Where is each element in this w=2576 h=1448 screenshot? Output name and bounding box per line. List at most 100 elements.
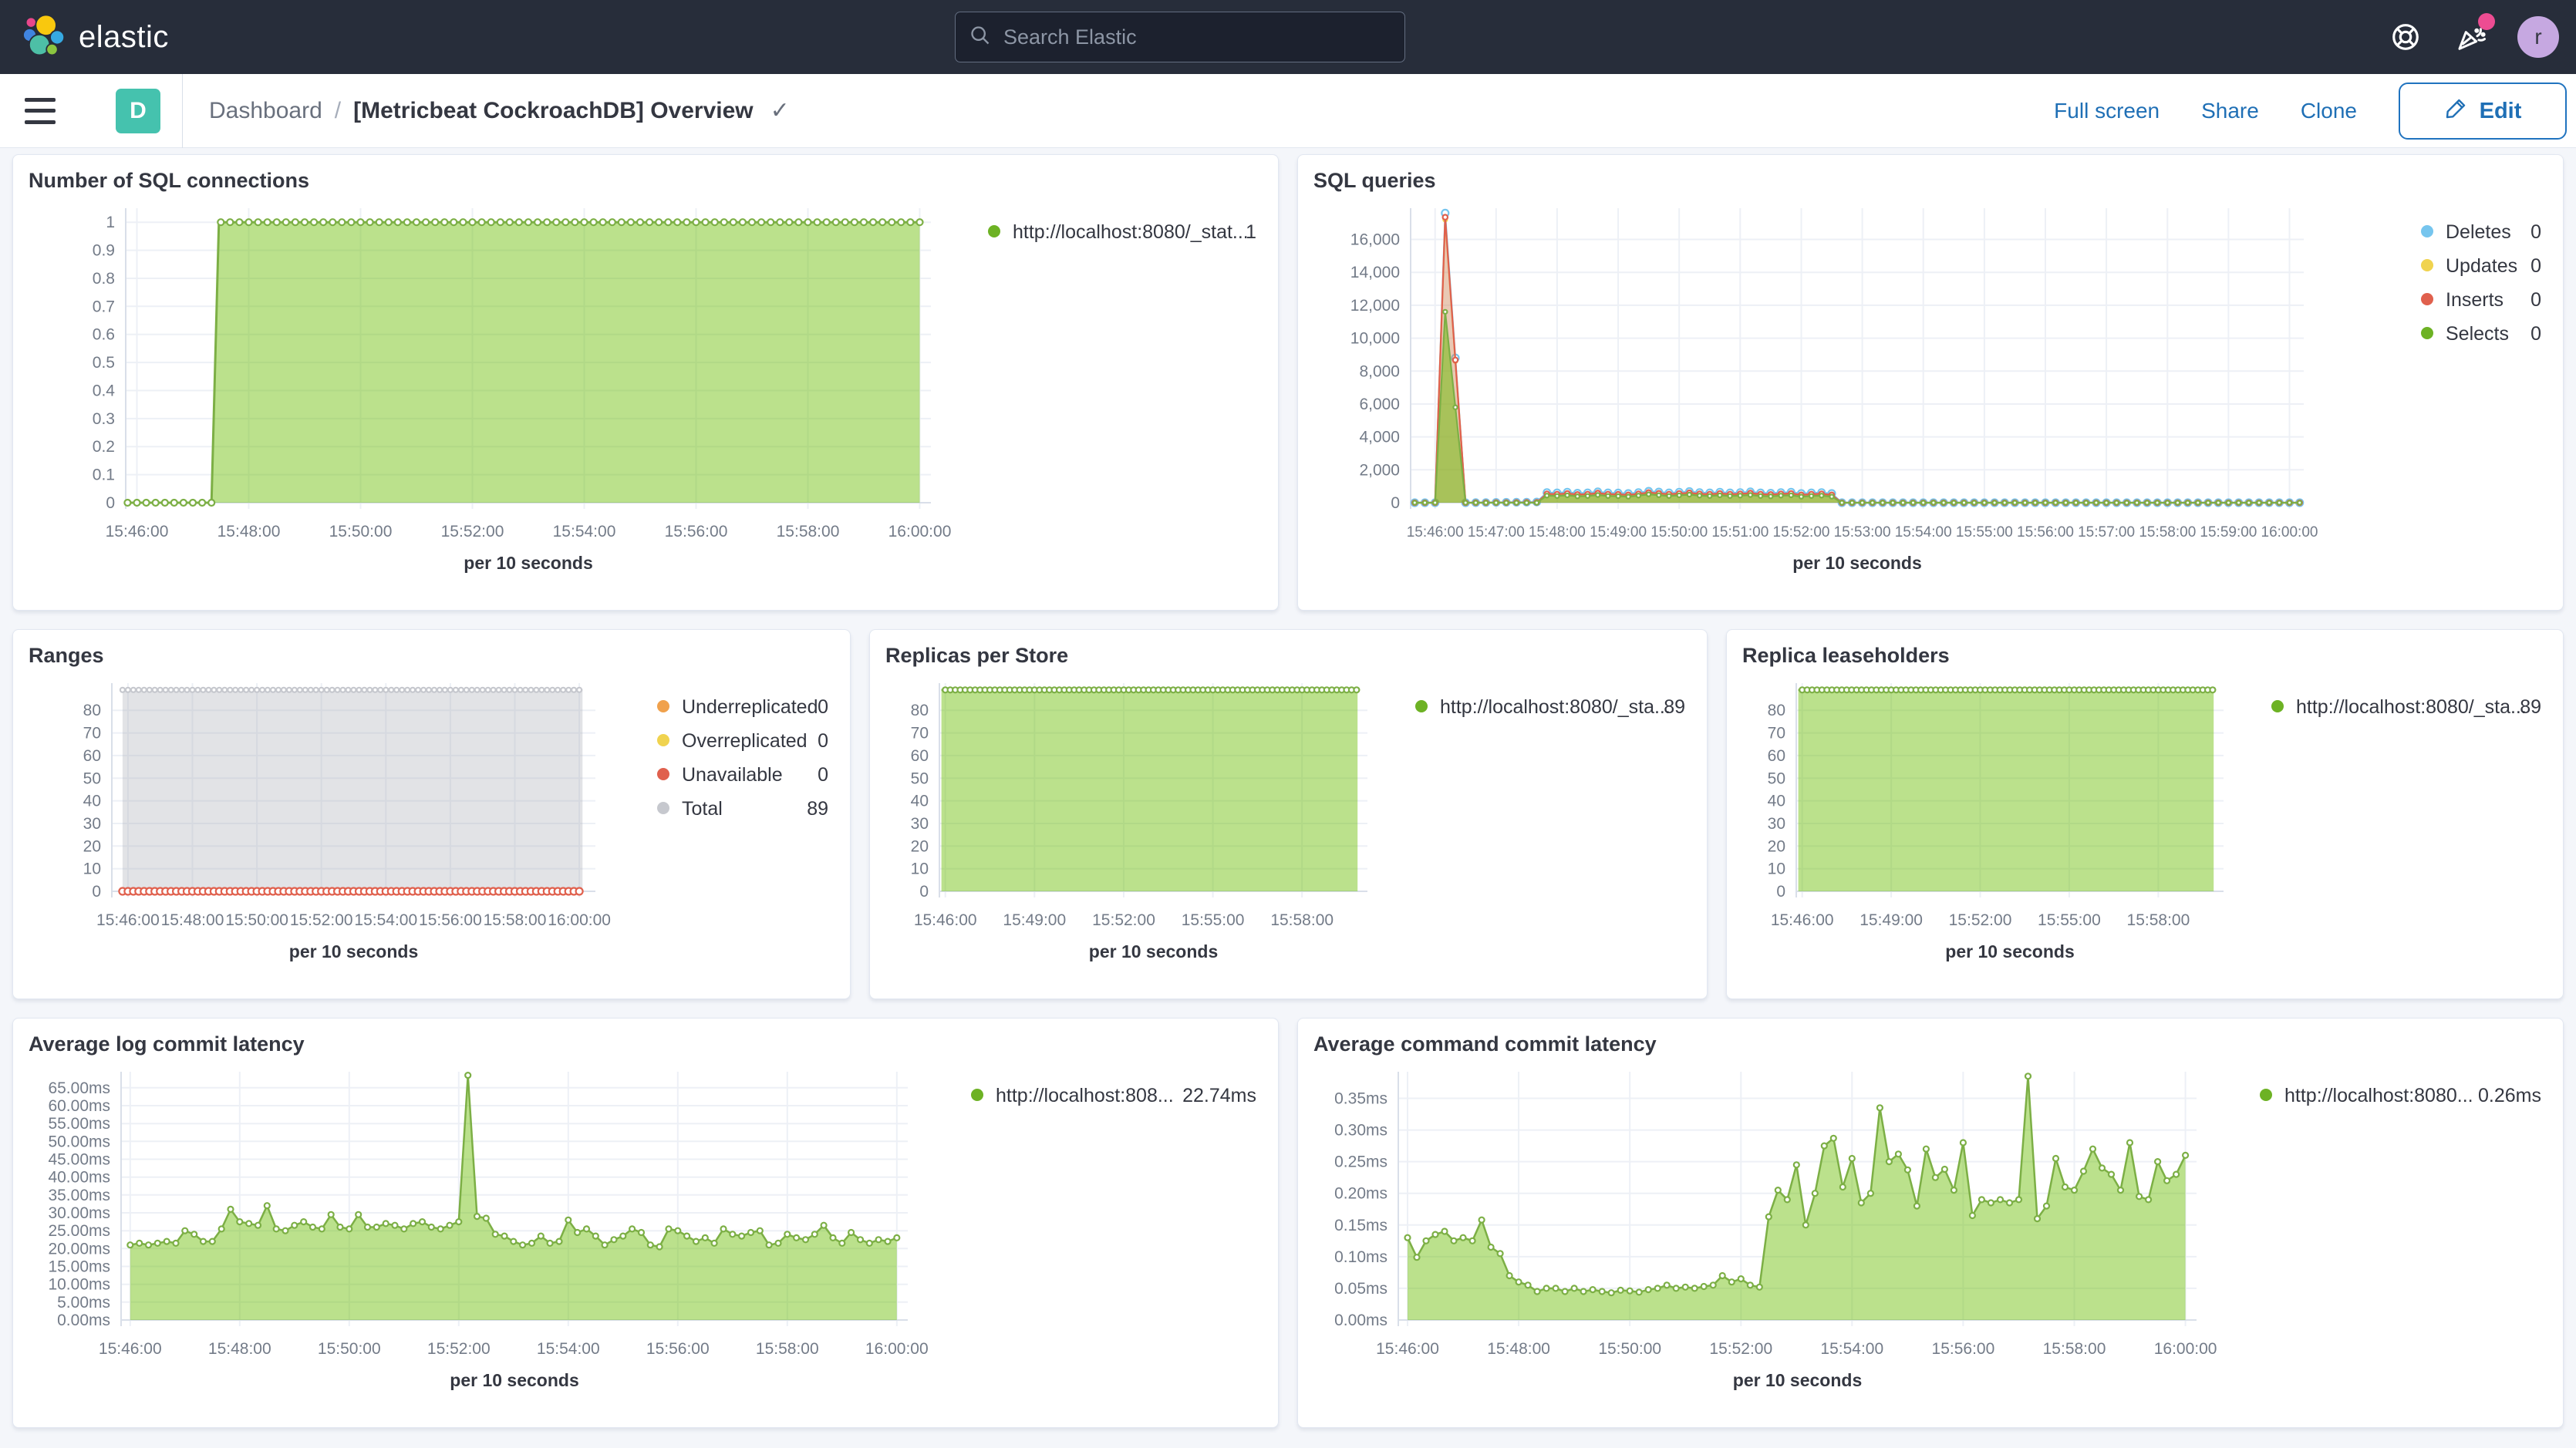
legend-dot [2421, 225, 2433, 237]
share-button[interactable]: Share [2201, 99, 2259, 123]
y-tick-label: 55.00ms [48, 1115, 110, 1133]
y-tick-label: 40 [83, 793, 101, 810]
x-tick-label: 15:58:00 [1270, 911, 1334, 929]
y-tick-label: 0.05ms [1334, 1280, 1387, 1298]
legend-item[interactable]: Underreplicated0 [657, 696, 828, 718]
x-tick-label: 15:48:00 [161, 911, 224, 929]
chart-svg: 0.00ms5.00ms10.00ms15.00ms20.00ms25.00ms… [29, 1061, 1263, 1408]
legend-item[interactable]: http://localhost:8080/_stat...1 [988, 221, 1256, 243]
series-area [942, 690, 1358, 891]
y-tick-label: 15.00ms [48, 1258, 110, 1276]
chart-replicas-per-store[interactable]: 0102030405060708015:46:0015:49:0015:52:0… [885, 672, 1691, 979]
legend-item[interactable]: Overreplicated0 [657, 730, 828, 752]
legend-item[interactable]: Unavailable0 [657, 764, 828, 786]
y-tick-label: 0.7 [93, 298, 115, 315]
x-tick-label: 15:56:00 [419, 911, 482, 929]
legend-item[interactable]: Deletes0 [2421, 221, 2541, 243]
pencil-icon [2444, 96, 2469, 126]
x-tick-label: 15:48:00 [1487, 1340, 1550, 1358]
y-tick-label: 2,000 [1359, 461, 1400, 479]
help-icon[interactable] [2388, 19, 2423, 55]
series-markers [1413, 310, 2302, 505]
chart-svg: 00.10.20.30.40.50.60.70.80.9115:46:0015:… [29, 197, 1263, 591]
chart-average-log-commit-latency[interactable]: 0.00ms5.00ms10.00ms15.00ms20.00ms25.00ms… [29, 1061, 1263, 1408]
menu-icon[interactable] [25, 98, 56, 124]
news-feed-icon[interactable] [2453, 19, 2488, 55]
y-tick-label: 0.20ms [1334, 1185, 1387, 1203]
legend-dot [971, 1089, 983, 1101]
y-tick-label: 70 [83, 725, 101, 743]
legend-dot [2421, 327, 2433, 339]
page-title[interactable]: [Metricbeat CockroachDB] Overview [353, 98, 754, 124]
y-tick-label: 0.00ms [57, 1312, 110, 1329]
x-tick-label: 15:46:00 [1376, 1340, 1439, 1358]
chart-number-of-sql-connections[interactable]: 00.10.20.30.40.50.60.70.80.9115:46:0015:… [29, 197, 1263, 591]
panel-title: Average command commit latency [1313, 1032, 2547, 1056]
x-tick-label: 15:53:00 [1834, 524, 1891, 540]
series-markers [1799, 687, 2215, 692]
full-screen-button[interactable]: Full screen [2054, 99, 2160, 123]
breadcrumb-dashboard-link[interactable]: Dashboard [209, 98, 322, 124]
y-tick-label: 80 [83, 702, 101, 719]
legend-item[interactable]: Selects0 [2421, 323, 2541, 345]
y-tick-label: 40.00ms [48, 1169, 110, 1187]
y-tick-label: 0.1 [93, 466, 115, 484]
chart-ranges[interactable]: 0102030405060708015:46:0015:48:0015:50:0… [29, 672, 835, 979]
legend-item[interactable]: http://localhost:8080...0.26ms [2260, 1085, 2541, 1106]
legend-item[interactable]: http://localhost:8080/_sta...89 [1415, 696, 1685, 718]
y-tick-label: 14,000 [1350, 264, 1400, 281]
user-avatar[interactable]: r [2517, 16, 2559, 58]
x-tick-label: 15:48:00 [208, 1340, 271, 1358]
legend-item[interactable]: http://localhost:8080/_sta...89 [2271, 696, 2541, 718]
legend-value: 89 [807, 798, 828, 820]
y-tick-label: 10,000 [1350, 330, 1400, 348]
y-tick-label: 4,000 [1359, 429, 1400, 446]
divider [182, 74, 183, 148]
panel-title: Average log commit latency [29, 1032, 1263, 1056]
chart-replica-leaseholders[interactable]: 0102030405060708015:46:0015:49:0015:52:0… [1742, 672, 2547, 979]
y-tick-label: 20 [911, 837, 929, 855]
chart-sql-queries[interactable]: 02,0004,0006,0008,00010,00012,00014,0001… [1313, 197, 2547, 591]
x-tick-label: 15:56:00 [1932, 1340, 1995, 1358]
search-input[interactable] [1002, 25, 1391, 50]
clone-button[interactable]: Clone [2301, 99, 2357, 123]
y-tick-label: 60 [83, 747, 101, 765]
y-tick-label: 50 [911, 769, 929, 787]
global-search[interactable] [955, 12, 1405, 62]
legend-item[interactable]: Inserts0 [2421, 289, 2541, 311]
x-tick-label: 15:50:00 [318, 1340, 381, 1358]
x-tick-label: 15:49:00 [1003, 911, 1066, 929]
x-tick-label: 15:52:00 [427, 1340, 491, 1358]
y-tick-label: 0 [1391, 494, 1400, 512]
y-tick-label: 50 [83, 769, 101, 787]
legend-item[interactable]: http://localhost:808...22.74ms [971, 1085, 1256, 1106]
x-tick-label: 15:50:00 [329, 523, 393, 540]
x-axis-title: per 10 seconds [1733, 1370, 1862, 1390]
y-tick-label: 0.6 [93, 326, 115, 344]
legend-item[interactable]: Updates0 [2421, 255, 2541, 277]
edit-button[interactable]: Edit [2399, 83, 2567, 140]
y-tick-label: 10 [911, 860, 929, 878]
x-tick-label: 15:46:00 [1407, 524, 1464, 540]
x-tick-label: 15:56:00 [2017, 524, 2074, 540]
x-tick-label: 15:48:00 [1529, 524, 1586, 540]
legend-value: 0 [2530, 323, 2541, 345]
y-tick-label: 0.3 [93, 410, 115, 428]
series-markers [942, 687, 1359, 692]
edit-label: Edit [2480, 99, 2522, 124]
y-tick-label: 0.00ms [1334, 1312, 1387, 1329]
y-tick-label: 0.25ms [1334, 1153, 1387, 1171]
chart-svg: 0.00ms0.05ms0.10ms0.15ms0.20ms0.25ms0.30… [1313, 1061, 2547, 1408]
x-tick-label: 15:55:00 [1956, 524, 2013, 540]
legend-item[interactable]: Total89 [657, 798, 828, 820]
legend-label: http://localhost:8080/_sta... [2296, 696, 2527, 718]
elastic-brand[interactable]: elastic [0, 13, 169, 62]
y-tick-label: 50.00ms [48, 1133, 110, 1150]
legend-label: http://localhost:8080/_sta... [1440, 696, 1671, 718]
dashboard-app-badge[interactable]: D [116, 89, 160, 133]
x-tick-label: 15:54:00 [553, 523, 616, 540]
chart-average-command-commit-latency[interactable]: 0.00ms0.05ms0.10ms0.15ms0.20ms0.25ms0.30… [1313, 1061, 2547, 1408]
y-tick-label: 70 [911, 725, 929, 743]
panel-title: SQL queries [1313, 169, 2547, 193]
series-line [130, 1076, 897, 1247]
